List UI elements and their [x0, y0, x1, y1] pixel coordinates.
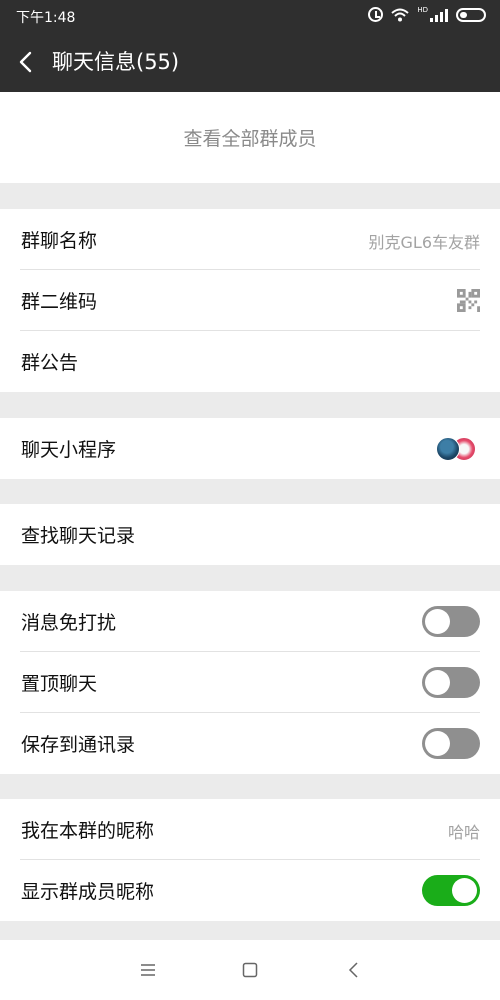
- group-qr-row[interactable]: 群二维码: [20, 270, 480, 331]
- wifi-icon: [391, 8, 410, 21]
- members-section: 查看全部群成员: [0, 92, 500, 183]
- mini-program-avatar: [436, 437, 460, 461]
- qr-code-icon: [457, 289, 480, 312]
- group-announcement-label: 群公告: [21, 352, 79, 374]
- toggle-knob: [425, 731, 450, 756]
- status-time: 下午1:48: [16, 10, 76, 26]
- toggle-knob: [425, 609, 450, 634]
- nickname-section: 我在本群的昵称 哈哈 显示群成员昵称: [0, 799, 500, 921]
- chevron-left-icon: [19, 51, 32, 73]
- my-nickname-label: 我在本群的昵称: [21, 820, 155, 842]
- save-to-contacts-row: 保存到通讯录: [20, 713, 480, 774]
- toggle-knob: [452, 878, 477, 903]
- group-info-section: 群聊名称 别克GL6车友群 群二维码 群公告: [0, 209, 500, 392]
- mute-notifications-row: 消息免打扰: [20, 591, 480, 652]
- show-nicknames-toggle[interactable]: [422, 875, 480, 906]
- save-to-contacts-label: 保存到通讯录: [21, 734, 136, 756]
- signal-icon: [430, 8, 448, 22]
- back-icon: [348, 962, 358, 978]
- mute-notifications-label: 消息免打扰: [21, 612, 117, 634]
- battery-icon: [456, 7, 486, 22]
- save-to-contacts-toggle[interactable]: [422, 728, 480, 759]
- chat-settings-section: 消息免打扰 置顶聊天 保存到通讯录: [0, 591, 500, 774]
- mute-notifications-toggle[interactable]: [422, 606, 480, 637]
- mini-program-avatars: [436, 437, 476, 461]
- status-bar: 下午1:48 HD: [0, 0, 500, 32]
- alarm-icon: [368, 7, 384, 22]
- group-qr-label: 群二维码: [21, 291, 98, 313]
- group-name-row[interactable]: 群聊名称 别克GL6车友群: [20, 209, 480, 270]
- system-nav-bar: [0, 940, 500, 1000]
- show-nicknames-label: 显示群成员昵称: [21, 881, 155, 903]
- my-nickname-value: 哈哈: [447, 823, 480, 842]
- mini-programs-row[interactable]: 聊天小程序: [20, 418, 480, 479]
- home-icon: [242, 962, 258, 978]
- search-history-label: 查找聊天记录: [21, 525, 136, 547]
- pin-chat-toggle[interactable]: [422, 667, 480, 698]
- home-button[interactable]: [238, 958, 262, 982]
- menu-icon: [141, 964, 155, 976]
- mini-programs-label: 聊天小程序: [21, 439, 117, 461]
- view-all-members-button[interactable]: 查看全部群成员: [0, 92, 500, 183]
- group-name-value: 别克GL6车友群: [368, 233, 481, 252]
- search-history-row[interactable]: 查找聊天记录: [20, 504, 480, 565]
- back-button[interactable]: [10, 46, 44, 78]
- system-back-button[interactable]: [342, 958, 366, 982]
- search-history-section: 查找聊天记录: [0, 504, 500, 565]
- my-nickname-row[interactable]: 我在本群的昵称 哈哈: [20, 799, 480, 860]
- pin-chat-label: 置顶聊天: [21, 673, 98, 695]
- group-announcement-row[interactable]: 群公告: [20, 331, 480, 392]
- show-nicknames-row: 显示群成员昵称: [20, 860, 480, 921]
- group-name-label: 群聊名称: [21, 230, 98, 252]
- network-badge: HD: [417, 6, 428, 14]
- status-icons: HD: [368, 7, 486, 22]
- toggle-knob: [425, 670, 450, 695]
- pin-chat-row: 置顶聊天: [20, 652, 480, 713]
- menu-button[interactable]: [136, 958, 160, 982]
- page-title: 聊天信息(55): [52, 50, 180, 74]
- header-bar: 聊天信息(55): [0, 32, 500, 92]
- mini-programs-section: 聊天小程序: [0, 418, 500, 479]
